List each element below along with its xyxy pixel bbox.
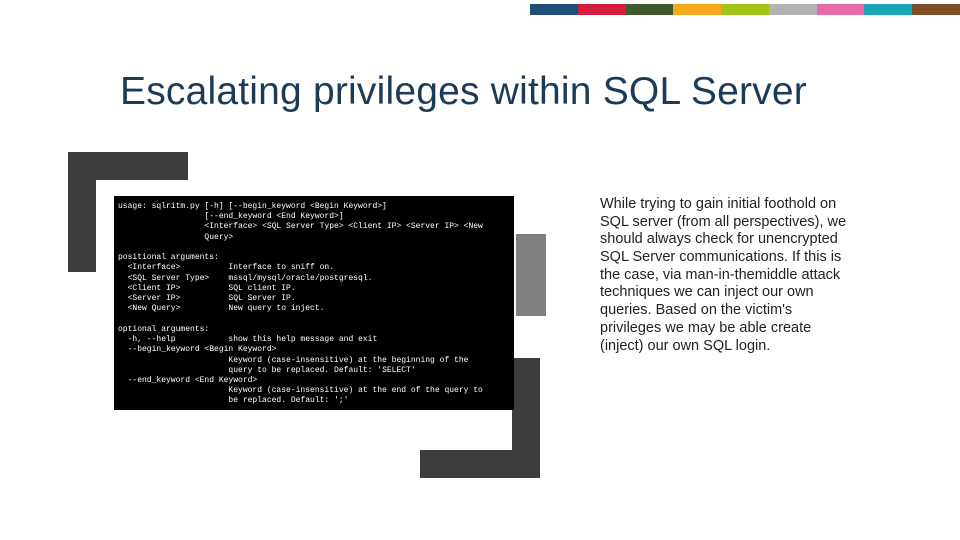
body-paragraph: While trying to gain initial foothold on… [600, 196, 855, 355]
color-swatch [578, 4, 626, 15]
color-swatch [626, 4, 674, 15]
terminal-screenshot: usage: sqlritm.py [-h] [--begin_keyword … [114, 196, 514, 410]
color-swatch [530, 4, 578, 15]
color-swatch [721, 4, 769, 15]
color-swatch [769, 4, 817, 15]
color-swatch [912, 4, 960, 15]
header-color-bar [530, 4, 960, 15]
side-accent-block [516, 234, 546, 316]
color-swatch [673, 4, 721, 15]
color-swatch [864, 4, 912, 15]
color-swatch [817, 4, 865, 15]
slide-title: Escalating privileges within SQL Server [120, 70, 807, 114]
